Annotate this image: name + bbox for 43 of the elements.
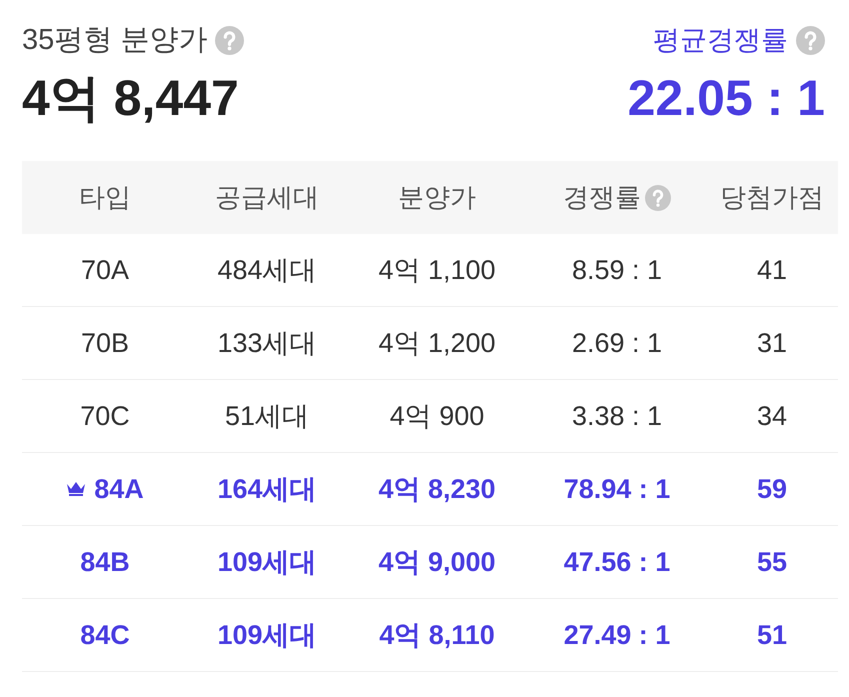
table-cell-text: 2.69 : 1 xyxy=(572,326,662,360)
table-cell-text: 3.38 : 1 xyxy=(572,400,662,433)
table-cell-text: 41 xyxy=(756,254,788,287)
table-cell-text: 47.56 : 1 xyxy=(564,546,670,579)
table-cell-text: 51세대 xyxy=(224,400,310,433)
column-header: 타입 xyxy=(79,181,131,214)
table-cell-text: 78.94 : 1 xyxy=(564,472,670,506)
table-cell-text: 34 xyxy=(756,400,788,433)
table-cell-text: 484세대 xyxy=(217,254,317,287)
price-value: 4억 8,447 xyxy=(22,73,240,123)
table-cell-text: 70C xyxy=(80,400,130,433)
table-cell-text: 133세대 xyxy=(217,326,317,360)
table-cell-text: 55 xyxy=(756,546,788,579)
help-icon[interactable] xyxy=(215,26,244,55)
table-cell-text: 31 xyxy=(756,326,788,360)
price-label: 35평형 분양가 xyxy=(22,26,208,55)
table-cell-text: 70A xyxy=(80,254,130,287)
table-cell-text: 4억 8,230 xyxy=(378,472,496,506)
column-header: 당첨가점 xyxy=(720,181,824,214)
table-cell-text: 4억 8,110 xyxy=(379,618,495,652)
table-cell-text: 109세대 xyxy=(217,618,317,652)
table-cell-text: 4억 9,000 xyxy=(378,546,496,579)
average-rate-value: 22.05 : 1 xyxy=(628,73,825,123)
crown-icon xyxy=(66,481,86,497)
table-cell-text: 109세대 xyxy=(217,546,317,579)
table-cell-text: 4억 1,200 xyxy=(378,326,496,360)
average-rate-label: 평균경쟁률 xyxy=(653,27,788,54)
help-icon[interactable] xyxy=(796,26,825,55)
table-cell: 84A xyxy=(66,468,144,510)
table-cell-text: 8.59 : 1 xyxy=(572,254,662,287)
table-cell-text: 70B xyxy=(80,326,130,360)
table-cell-text: 84C xyxy=(80,618,130,652)
table-cell-text: 84B xyxy=(80,546,130,579)
table-cell-text: 51 xyxy=(756,618,788,652)
table-cell-text: 27.49 : 1 xyxy=(564,618,670,652)
table-cell-text: 59 xyxy=(756,472,788,506)
column-header: 분양가 xyxy=(398,181,476,214)
column-header: 경쟁률 xyxy=(563,178,671,217)
table-cell-text: 4억 1,100 xyxy=(378,254,496,287)
table-cell-text: 164세대 xyxy=(217,472,317,506)
help-icon[interactable] xyxy=(645,184,671,210)
column-header: 공급세대 xyxy=(215,181,319,214)
table-cell-text: 4억 900 xyxy=(390,400,484,433)
